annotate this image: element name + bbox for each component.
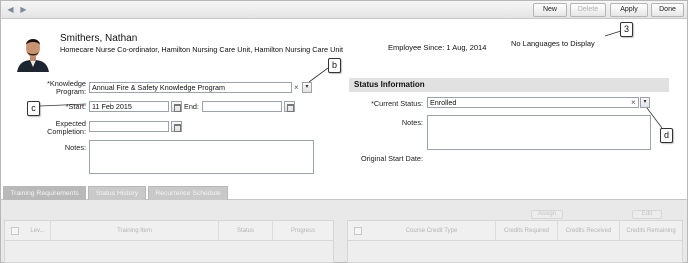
nav-forward-icon[interactable]: ▶ [18,4,29,15]
knowledge-program-field[interactable]: Annual Fire & Safety Knowledge Program [89,82,292,93]
status-notes-label: Notes: [401,118,423,127]
original-start-date-label: Original Start Date: [360,154,423,163]
edit-button[interactable]: Edit [632,210,662,219]
credit-select-all-checkbox[interactable] [354,227,362,235]
status-notes-textarea[interactable] [427,115,651,150]
notes-label: Notes: [64,143,86,152]
callout-c-leader [39,103,87,107]
column-level[interactable]: Lev... [25,221,51,241]
assign-button[interactable]: Assign [531,210,563,219]
done-button[interactable]: Done [651,3,684,17]
apply-button[interactable]: Apply [610,3,648,17]
employee-since: Employee Since: 1 Aug, 2014 [388,43,487,52]
tab-status-history[interactable]: Status History [88,186,146,200]
callout-b-leader [308,67,329,83]
languages-text: No Languages to Display [511,39,595,48]
column-credits-received[interactable]: Credits Received [558,221,620,241]
callout-b: b [328,58,341,73]
expected-completion-calendar-icon[interactable] [171,121,182,132]
notes-textarea[interactable] [89,140,314,174]
credit-grid: Course Credit Type Credits Required Cred… [347,220,683,263]
expected-completion-label: Expected Completion: [47,119,86,136]
select-all-checkbox[interactable] [11,227,19,235]
current-status-field[interactable]: Enrolled [427,97,639,108]
current-status-label: *Current Status: [371,99,423,108]
end-date-field[interactable] [202,101,282,112]
credit-grid-header: Course Credit Type Credits Required Cred… [348,221,682,241]
delete-button[interactable]: Delete [570,3,606,17]
training-grid: Lev... Training Item Status Progress [4,220,334,263]
toolbar: ◀ ▶ New Delete Apply Done [1,1,687,19]
new-button[interactable]: New [533,3,567,17]
start-calendar-icon[interactable] [171,101,182,112]
column-credits-required[interactable]: Credits Required [496,221,558,241]
training-grid-header: Lev... Training Item Status Progress [5,221,333,241]
column-credits-remaining[interactable]: Credits Remaining [620,221,682,241]
column-progress[interactable]: Progress [273,221,333,241]
callout-c: c [27,101,40,116]
column-training-item[interactable]: Training Item [51,221,219,241]
callout-d: d [660,128,673,143]
status-section-header: Status Information [349,78,669,92]
end-calendar-icon[interactable] [284,101,295,112]
tab-training-requirements[interactable]: Training Requirements [3,186,86,200]
employee-title: Homecare Nurse Co-ordinator, Hamilton Nu… [60,45,344,54]
tab-recurrence-schedule[interactable]: Recurrence Schedule [148,186,228,200]
clear-icon[interactable]: × [294,83,299,92]
expected-completion-field[interactable] [89,121,169,132]
avatar [13,34,53,72]
column-course-credit-type[interactable]: Course Credit Type [368,221,496,241]
status-clear-icon[interactable]: × [631,98,636,107]
column-status[interactable]: Status [219,221,273,241]
callout-3: 3 [620,22,633,37]
employee-name: Smithers, Nathan [60,33,138,44]
start-date-field[interactable]: 11 Feb 2015 [89,101,169,112]
knowledge-program-label: *Knowledge Program: [47,79,86,96]
tab-strip: Training Requirements Status History Rec… [1,186,687,200]
end-label: End: [183,102,199,111]
nav-back-icon[interactable]: ◀ [5,4,16,15]
